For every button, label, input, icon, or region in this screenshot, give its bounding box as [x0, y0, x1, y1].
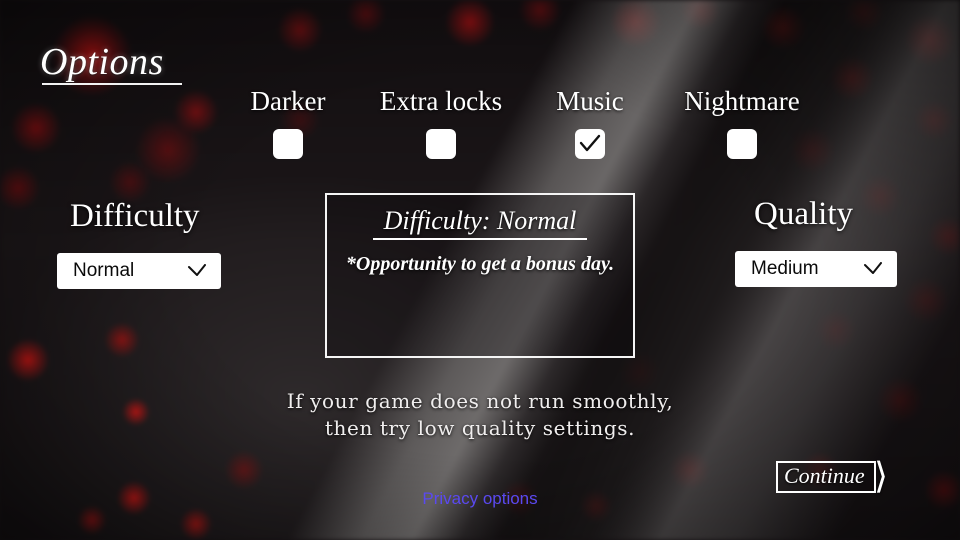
- difficulty-info-panel: Difficulty: Normal *Opportunity to get a…: [325, 193, 635, 358]
- options-screen: Options Darker Extra locks Music Nightma…: [0, 0, 960, 540]
- chevron-down-icon: [188, 264, 206, 276]
- toggle-music-label: Music: [556, 86, 624, 116]
- toggle-darker-label: Darker: [250, 86, 326, 116]
- quality-selected-value: Medium: [751, 258, 819, 279]
- quality-hint-line-1: If your game does not run smoothly,: [286, 389, 674, 413]
- checkbox-darker[interactable]: [273, 129, 303, 159]
- difficulty-label: Difficulty: [70, 198, 200, 234]
- toggle-music[interactable]: Music: [540, 88, 640, 159]
- continue-button[interactable]: [776, 461, 876, 493]
- checkbox-music[interactable]: [575, 129, 605, 159]
- toggle-extra-locks[interactable]: Extra locks: [366, 88, 516, 159]
- checkbox-extra-locks[interactable]: [426, 129, 456, 159]
- difficulty-info-title-underline: [373, 238, 587, 240]
- toggle-darker[interactable]: Darker: [238, 88, 338, 159]
- quality-hint-line-2: then try low quality settings.: [324, 416, 636, 440]
- toggle-nightmare-label: Nightmare: [684, 86, 800, 116]
- chevron-down-icon: [864, 262, 882, 274]
- difficulty-selected-value: Normal: [73, 260, 135, 281]
- toggle-extra-locks-label: Extra locks: [379, 86, 503, 116]
- quality-hint-text: If your game does not run smoothly, then…: [0, 388, 960, 442]
- quality-dropdown[interactable]: Medium: [735, 251, 897, 287]
- page-title-underline: [42, 83, 182, 85]
- privacy-options-label: Privacy options: [422, 489, 538, 508]
- toggle-nightmare[interactable]: Nightmare: [667, 88, 817, 159]
- difficulty-info-description: *Opportunity to get a bonus day.: [345, 253, 615, 275]
- difficulty-dropdown[interactable]: Normal: [57, 253, 221, 289]
- page-title: Options: [40, 41, 164, 83]
- checkmark-icon: [579, 134, 601, 152]
- checkbox-nightmare[interactable]: [727, 129, 757, 159]
- quality-label: Quality: [754, 196, 853, 232]
- difficulty-info-title: Difficulty: Normal: [383, 206, 577, 235]
